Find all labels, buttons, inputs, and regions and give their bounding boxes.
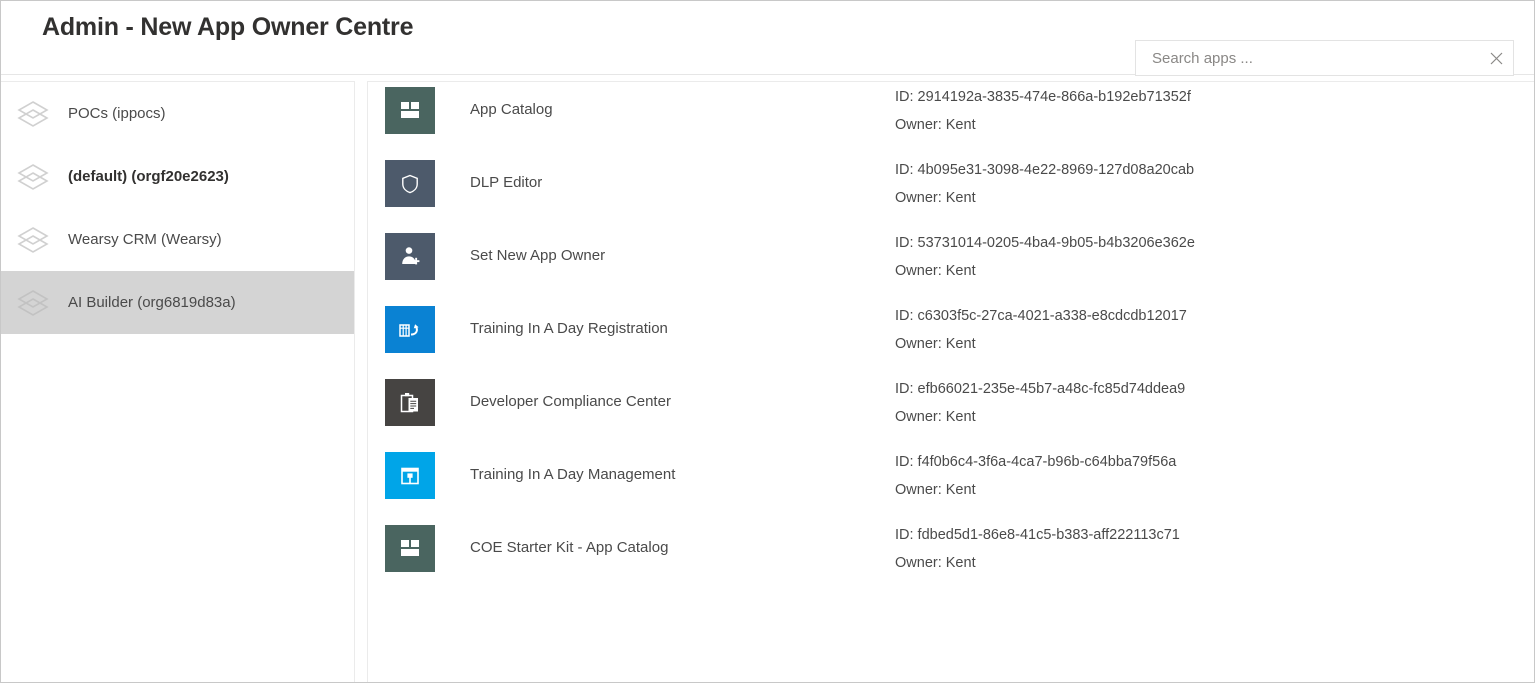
app-id: ID: c6303f5c-27ca-4021-a338-e8cdcdb12017 <box>895 308 1187 324</box>
sidebar-item-label: AI Builder (org6819d83a) <box>68 294 236 311</box>
sidebar-item-environment-selected[interactable]: AI Builder (org6819d83a) <box>1 271 354 334</box>
app-icon-tile <box>385 233 435 280</box>
app-id: ID: 4b095e31-3098-4e22-8969-127d08a20cab <box>895 162 1194 178</box>
upload-box-icon <box>400 466 420 486</box>
page-header: Admin - New App Owner Centre <box>1 1 1534 75</box>
app-id: ID: fdbed5d1-86e8-41c5-b383-aff222113c71 <box>895 527 1180 543</box>
environment-sidebar: POCs (ippocs) (default) (orgf20e2623) <box>1 81 355 683</box>
app-owner: Owner: Kent <box>895 261 1195 281</box>
app-name: Developer Compliance Center <box>470 393 870 410</box>
app-owner: Owner: Kent <box>895 553 1180 573</box>
app-meta: ID: 2914192a-3835-474e-866a-b192eb71352f… <box>895 87 1191 135</box>
app-name: COE Starter Kit - App Catalog <box>470 539 870 556</box>
app-list-item[interactable]: Training In A Day Management ID: f4f0b6c… <box>368 447 1534 520</box>
dashboard-grid-icon <box>399 540 421 558</box>
app-name: DLP Editor <box>470 174 870 191</box>
app-icon-tile <box>385 306 435 353</box>
app-list-item[interactable]: App Catalog ID: 2914192a-3835-474e-866a-… <box>368 82 1534 155</box>
layers-icon <box>11 94 55 134</box>
add-person-icon <box>400 246 420 268</box>
page-body: POCs (ippocs) (default) (orgf20e2623) <box>1 75 1534 683</box>
sidebar-item-environment[interactable]: Wearsy CRM (Wearsy) <box>1 208 354 271</box>
app-meta: ID: c6303f5c-27ca-4021-a338-e8cdcdb12017… <box>895 306 1187 354</box>
sidebar-item-label: (default) (orgf20e2623) <box>68 168 229 185</box>
app-icon-tile <box>385 160 435 207</box>
layers-icon <box>11 157 55 197</box>
app-list-item[interactable]: Training In A Day Registration ID: c6303… <box>368 301 1534 374</box>
dashboard-grid-icon <box>399 102 421 120</box>
app-id: ID: 53731014-0205-4ba4-9b05-b4b3206e362e <box>895 235 1195 251</box>
app-list-item[interactable]: DLP Editor ID: 4b095e31-3098-4e22-8969-1… <box>368 155 1534 228</box>
page-title: Admin - New App Owner Centre <box>42 13 413 42</box>
shield-icon <box>401 174 419 194</box>
app-meta: ID: fdbed5d1-86e8-41c5-b383-aff222113c71… <box>895 525 1180 573</box>
app-icon-tile <box>385 452 435 499</box>
app-owner: Owner: Kent <box>895 188 1194 208</box>
search-clear-button[interactable] <box>1479 41 1513 75</box>
app-meta: ID: efb66021-235e-45b7-a48c-fc85d74ddea9… <box>895 379 1185 427</box>
app-id: ID: f4f0b6c4-3f6a-4ca7-b96b-c64bba79f56a <box>895 454 1176 470</box>
app-owner: Owner: Kent <box>895 407 1185 427</box>
app-list-item[interactable]: Set New App Owner ID: 53731014-0205-4ba4… <box>368 228 1534 301</box>
app-id: ID: efb66021-235e-45b7-a48c-fc85d74ddea9 <box>895 381 1185 397</box>
app-meta: ID: f4f0b6c4-3f6a-4ca7-b96b-c64bba79f56a… <box>895 452 1176 500</box>
app-icon-tile <box>385 379 435 426</box>
restore-undo-icon <box>399 320 421 340</box>
app-owner-centre-window: Admin - New App Owner Centre <box>0 0 1535 683</box>
search-input[interactable] <box>1136 41 1479 75</box>
app-meta: ID: 4b095e31-3098-4e22-8969-127d08a20cab… <box>895 160 1194 208</box>
app-owner: Owner: Kent <box>895 115 1191 135</box>
app-list-item[interactable]: COE Starter Kit - App Catalog ID: fdbed5… <box>368 520 1534 593</box>
app-name: Training In A Day Registration <box>470 320 870 337</box>
sidebar-item-label: POCs (ippocs) <box>68 105 166 122</box>
app-name: App Catalog <box>470 101 870 118</box>
layers-icon <box>11 220 55 260</box>
clipboard-icon <box>400 392 420 414</box>
app-icon-tile <box>385 87 435 134</box>
search-box[interactable] <box>1135 40 1514 76</box>
app-owner: Owner: Kent <box>895 480 1176 500</box>
sidebar-item-environment[interactable]: POCs (ippocs) <box>1 82 354 145</box>
app-id: ID: 2914192a-3835-474e-866a-b192eb71352f <box>895 89 1191 105</box>
sidebar-item-environment[interactable]: (default) (orgf20e2623) <box>1 145 354 208</box>
app-name: Set New App Owner <box>470 247 870 264</box>
app-list-item[interactable]: Developer Compliance Center ID: efb66021… <box>368 374 1534 447</box>
app-owner: Owner: Kent <box>895 334 1187 354</box>
close-icon <box>1490 52 1503 65</box>
app-name: Training In A Day Management <box>470 466 870 483</box>
layers-icon <box>11 283 55 323</box>
app-meta: ID: 53731014-0205-4ba4-9b05-b4b3206e362e… <box>895 233 1195 281</box>
sidebar-item-label: Wearsy CRM (Wearsy) <box>68 231 222 248</box>
app-list-panel: App Catalog ID: 2914192a-3835-474e-866a-… <box>367 81 1534 683</box>
app-icon-tile <box>385 525 435 572</box>
